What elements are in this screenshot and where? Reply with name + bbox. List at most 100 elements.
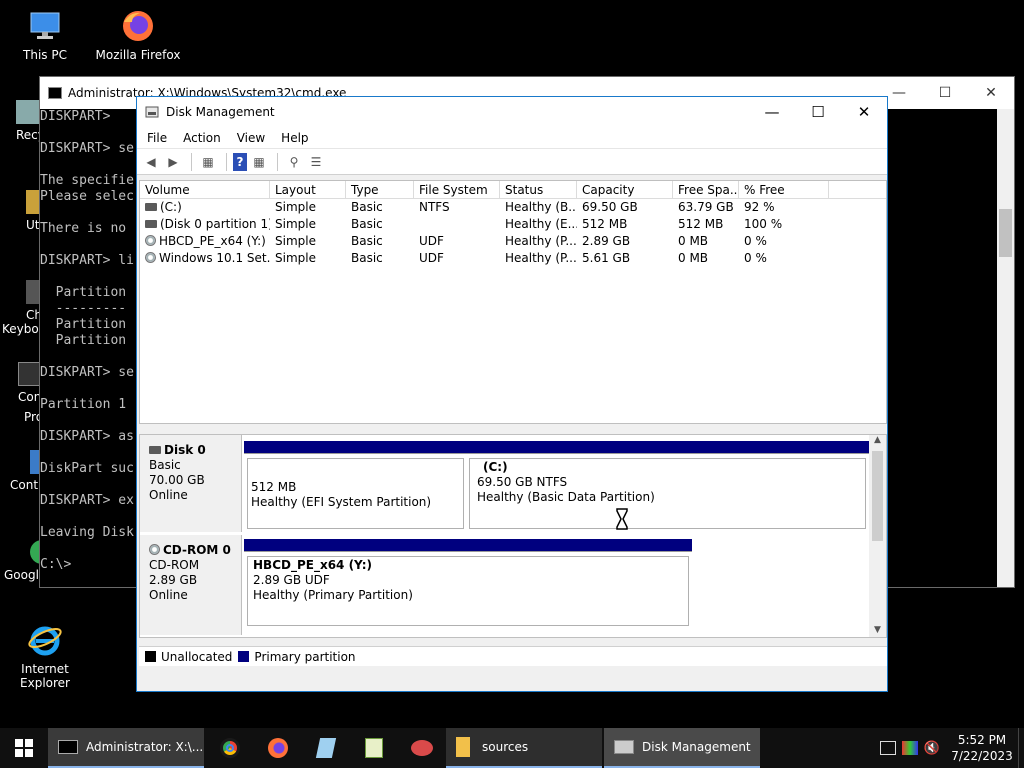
taskbar-app-disk-management[interactable]: Disk Management — [604, 728, 760, 768]
display-icon[interactable] — [901, 741, 918, 755]
unallocated-swatch — [145, 651, 156, 662]
table-cell-pct: 0 % — [744, 251, 767, 265]
table-cell-volume: (Disk 0 partition 1) — [140, 216, 270, 233]
desktop-icon-firefox[interactable]: Mozilla Firefox — [93, 8, 183, 62]
column-header-type[interactable]: Type — [346, 181, 414, 198]
toolbar-divider — [191, 152, 192, 171]
cmd-icon — [58, 740, 78, 754]
close-button[interactable]: ✕ — [841, 97, 887, 127]
cmd-scrollbar[interactable] — [997, 109, 1014, 587]
taskbar-checklist[interactable] — [350, 728, 398, 768]
taskbar-tool[interactable] — [398, 728, 446, 768]
disk-management-window[interactable]: Disk Management — ☐ ✕ File Action View H… — [136, 96, 888, 692]
desktop-icon-label: This PC — [23, 48, 67, 62]
scroll-up-icon[interactable]: ▲ — [869, 435, 886, 449]
disk-graphical-view[interactable]: Disk 0 Basic 70.00 GB Online 512 MB Heal… — [139, 434, 887, 638]
table-cell-fs: UDF — [419, 234, 444, 248]
table-row[interactable]: (Disk 0 partition 1) Simple Basic Healthy (… — [140, 216, 886, 233]
table-cell-pct: 100 % — [744, 217, 783, 231]
taskbar-app-sources[interactable]: sources — [446, 728, 602, 768]
taskbar-chrome[interactable] — [206, 728, 254, 768]
disk-0-label[interactable]: Disk 0 Basic 70.00 GB Online — [140, 435, 242, 532]
checklist-icon — [365, 738, 383, 758]
toolbar-divider — [226, 152, 227, 171]
column-header-percent-free[interactable]: % Free — [739, 181, 829, 198]
table-cell-capacity: 69.50 GB — [582, 200, 638, 214]
table-cell-layout: Simple — [275, 251, 316, 265]
close-button[interactable]: ✕ — [968, 77, 1014, 109]
hard-disk-icon — [145, 202, 157, 211]
partition-hbcd[interactable]: HBCD_PE_x64 (Y:) 2.89 GB UDF Healthy (Pr… — [244, 539, 692, 629]
volume-list[interactable]: Volume Layout Type File System Status Ca… — [139, 180, 887, 424]
table-cell-pct: 0 % — [744, 234, 767, 248]
forward-arrow-icon[interactable]: ▶ — [163, 153, 183, 171]
volume-muted-icon[interactable]: 🔇 — [924, 741, 940, 756]
windows-logo-icon — [15, 739, 33, 757]
table-cell-layout: Simple — [275, 200, 316, 214]
this-pc-icon — [27, 8, 63, 44]
menu-view[interactable]: View — [229, 131, 273, 145]
cdrom-icon — [145, 235, 156, 246]
table-cell-type: Basic — [351, 234, 383, 248]
column-header-layout[interactable]: Layout — [270, 181, 346, 198]
cdrom-icon — [145, 252, 156, 263]
menu-action[interactable]: Action — [175, 131, 229, 145]
dm-titlebar[interactable]: Disk Management — ☐ ✕ — [137, 97, 887, 127]
taskbar-notepad[interactable] — [302, 728, 350, 768]
table-cell-status: Healthy (P... — [505, 251, 577, 265]
start-button[interactable] — [0, 728, 48, 768]
table-cell-fs: NTFS — [419, 200, 450, 214]
help-icon[interactable]: ? — [233, 152, 247, 171]
back-arrow-icon[interactable]: ◀ — [141, 153, 161, 171]
scrollbar-thumb[interactable] — [872, 451, 883, 541]
folder-icon — [456, 737, 470, 757]
hard-disk-icon — [149, 445, 161, 454]
desktop-icon-this-pc[interactable]: This PC — [0, 8, 90, 62]
primary-partition-bar — [244, 539, 692, 552]
system-tray: 🔇 5:52 PM 7/22/2023 — [879, 728, 1024, 768]
primary-partition-bar — [244, 441, 467, 454]
tool-icon — [411, 740, 433, 756]
column-header-volume[interactable]: Volume — [140, 181, 270, 198]
table-row[interactable]: Windows 10.1 Set... Simple Basic UDF Healthy… — [140, 250, 886, 267]
show-hide-console-tree-icon[interactable]: ▦ — [198, 153, 218, 171]
cdrom-0-label[interactable]: CD-ROM 0 CD-ROM 2.89 GB Online — [140, 535, 242, 635]
desktop-icon-internet-explorer[interactable]: Internet Explorer — [0, 622, 90, 690]
legend: Unallocated Primary partition — [139, 646, 887, 666]
volume-list-header: Volume Layout Type File System Status Ca… — [140, 181, 886, 199]
toolbar-divider — [277, 152, 278, 171]
maximize-button[interactable]: ☐ — [922, 77, 968, 109]
menu-file[interactable]: File — [139, 131, 175, 145]
scroll-down-icon[interactable]: ▼ — [869, 625, 886, 637]
partition-box — [247, 556, 689, 626]
taskbar-app-cmd[interactable]: Administrator: X:\... — [48, 728, 204, 768]
list-view-icon[interactable]: ☰ — [306, 153, 326, 171]
menu-bar: File Action View Help — [137, 127, 887, 149]
column-header-file-system[interactable]: File System — [414, 181, 500, 198]
show-desktop-button[interactable] — [1018, 728, 1024, 768]
taskbar-firefox[interactable] — [254, 728, 302, 768]
table-row[interactable]: HBCD_PE_x64 (Y:) Simple Basic UDF Healthy (P… — [140, 233, 886, 250]
table-cell-type: Basic — [351, 200, 383, 214]
maximize-button[interactable]: ☐ — [795, 97, 841, 127]
scrollbar-thumb[interactable] — [999, 209, 1012, 257]
firefox-icon — [268, 738, 288, 758]
column-header-capacity[interactable]: Capacity — [577, 181, 673, 198]
properties-icon[interactable]: ▦ — [249, 153, 269, 171]
hard-disk-icon — [145, 219, 157, 228]
table-row[interactable]: (C:) Simple Basic NTFS Healthy (B... 69.50 GB… — [140, 199, 886, 216]
internet-explorer-icon — [27, 622, 63, 658]
table-cell-status: Healthy (E... — [505, 217, 577, 231]
column-header-status[interactable]: Status — [500, 181, 577, 198]
partition-efi[interactable]: 512 MB Healthy (EFI System Partition) — [244, 441, 467, 532]
table-cell-fs: UDF — [419, 251, 444, 265]
network-icon[interactable] — [879, 741, 896, 755]
desktop-icon-label: Mozilla Firefox — [95, 48, 181, 62]
connect-icon[interactable]: ⚲ — [284, 153, 304, 171]
minimize-button[interactable]: — — [749, 97, 795, 127]
graphical-view-scrollbar[interactable]: ▲ ▼ — [869, 435, 886, 637]
clock[interactable]: 5:52 PM 7/22/2023 — [946, 732, 1018, 764]
partition-c[interactable]: (C:) 69.50 GB NTFS Healthy (Basic Data P… — [467, 441, 869, 532]
menu-help[interactable]: Help — [273, 131, 316, 145]
column-header-free-space[interactable]: Free Spa... — [673, 181, 739, 198]
